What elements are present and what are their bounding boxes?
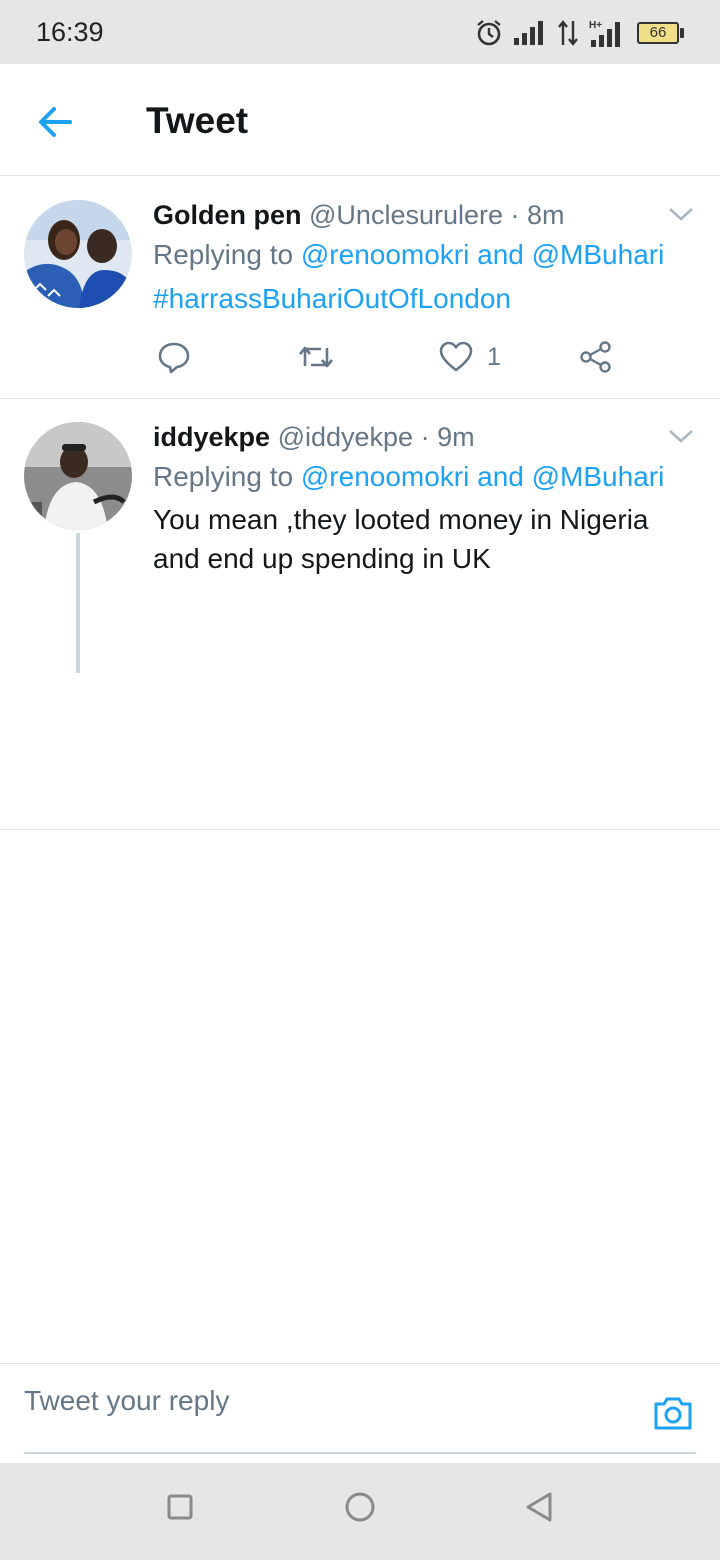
replying-to: Replying to @renoomokri and @MBuhari <box>153 239 665 270</box>
tweet-thread[interactable]: iddyekpe @iddyekpe · 9m Replying to @ren… <box>0 399 720 830</box>
retweet-button[interactable] <box>297 337 349 377</box>
share-icon <box>580 341 611 373</box>
battery-icon: 66 <box>637 22 684 44</box>
home-circle-icon[interactable] <box>344 1491 376 1523</box>
page-title: Tweet <box>146 100 249 141</box>
replying-to: Replying to @renoomokri and @MBuhari <box>153 461 665 492</box>
reply-button[interactable] <box>157 337 205 377</box>
display-name[interactable]: Golden pen <box>153 200 302 230</box>
display-name[interactable]: iddyekpe <box>153 422 270 452</box>
recents-square-icon[interactable] <box>166 1493 194 1521</box>
reply-targets-link[interactable]: @renoomokri and @MBuhari <box>301 239 664 270</box>
tweet-header: Golden pen @Unclesurulere · 8m <box>153 195 698 235</box>
camera-icon[interactable] <box>652 1394 694 1432</box>
tweet[interactable]: Golden pen @Unclesurulere · 8m Replying … <box>0 177 720 399</box>
reply-underline <box>24 1452 696 1454</box>
chevron-down-icon[interactable] <box>668 425 694 447</box>
top-app-bar: Tweet <box>0 64 720 176</box>
reply-input[interactable] <box>24 1376 624 1426</box>
status-bar: 16:39 H+ 66 <box>0 0 720 64</box>
data-arrows-icon <box>558 20 578 46</box>
alarm-icon <box>477 20 501 46</box>
replies-list[interactable]: Golden pen @Unclesurulere · 8m Replying … <box>0 177 720 1363</box>
timestamp: 8m <box>527 200 565 230</box>
back-triangle-icon[interactable] <box>524 1491 554 1523</box>
timestamp: 9m <box>437 422 475 452</box>
avatar[interactable] <box>24 422 132 530</box>
svg-text:H+: H+ <box>589 20 602 31</box>
tweet-actions: 1 <box>153 337 633 377</box>
tweet-header: iddyekpe @iddyekpe · 9m <box>153 417 698 457</box>
system-nav-bar <box>0 1463 720 1560</box>
reply-composer <box>0 1363 720 1463</box>
status-icons: H+ 66 <box>475 18 684 48</box>
thread-line <box>76 533 80 673</box>
avatar[interactable] <box>24 200 132 308</box>
tweet-text: You mean ,they looted money in Nigeria a… <box>153 504 649 574</box>
user-handle[interactable]: @Unclesurulere <box>309 200 503 230</box>
heart-icon <box>439 341 473 372</box>
hashtag-link[interactable]: #harrassBuhariOutOfLondon <box>153 283 511 314</box>
battery-level: 66 <box>637 22 679 44</box>
status-time: 16:39 <box>36 17 104 47</box>
hplus-signal-icon: H+ <box>589 20 620 47</box>
signal-icon <box>514 21 543 45</box>
retweet-icon <box>299 346 333 368</box>
tweet-actions <box>153 819 633 859</box>
chevron-down-icon[interactable] <box>668 203 694 225</box>
arrow-left-icon[interactable] <box>34 100 78 144</box>
share-button[interactable] <box>579 337 613 377</box>
reply-icon <box>158 342 190 374</box>
like-button[interactable]: 1 <box>439 337 501 377</box>
user-handle[interactable]: @iddyekpe <box>278 422 414 452</box>
reply-targets-link[interactable]: @renoomokri and @MBuhari <box>301 461 664 492</box>
like-count: 1 <box>487 342 501 371</box>
